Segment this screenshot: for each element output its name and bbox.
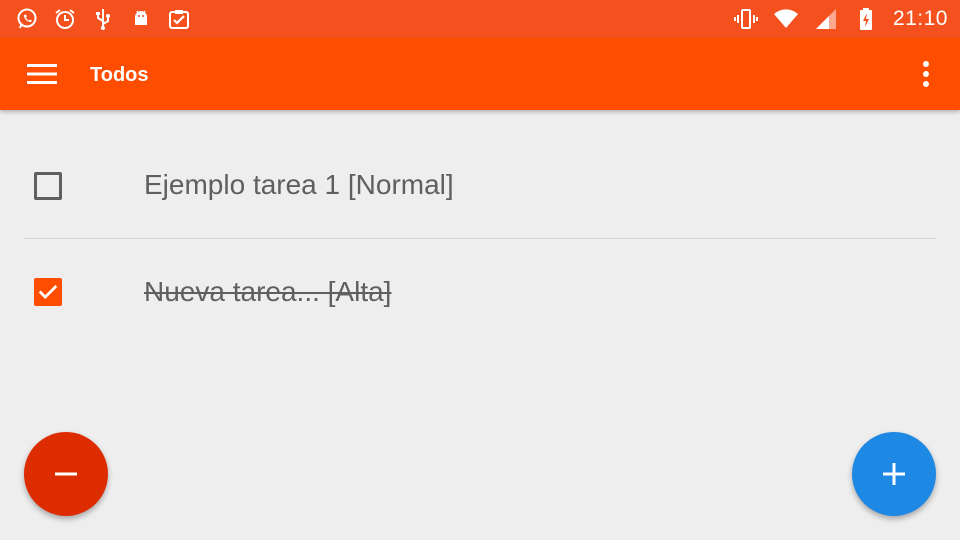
todo-checkbox-unchecked[interactable] [34,172,62,200]
battery-charging-icon [853,6,879,32]
more-vert-icon[interactable] [910,50,942,98]
notification-icons [14,6,192,32]
wifi-icon [773,6,799,32]
todo-checkbox-checked[interactable] [34,278,62,306]
check-icon [38,285,58,299]
status-bar: 21:10 [0,0,960,38]
page-title: Todos [90,64,149,86]
clipboard-check-icon [166,6,192,32]
clock: 21:10 [892,7,948,30]
usb-icon [90,6,116,32]
remove-fab-button[interactable] [24,432,108,516]
minus-icon [55,472,77,476]
list-item[interactable]: Ejemplo tarea 1 [Normal] [24,132,936,239]
todo-text: Nueva tarea... [Alta] [144,276,392,307]
plus-icon [883,463,905,485]
todo-text: Ejemplo tarea 1 [Normal] [144,169,454,200]
list-item[interactable]: Nueva tarea... [Alta] [24,239,936,345]
whatsapp-icon [14,6,40,32]
hamburger-menu-icon[interactable] [14,50,70,98]
app-toolbar: Todos [0,38,960,110]
vibrate-icon [733,6,759,32]
cell-signal-icon [813,6,839,32]
add-fab-button[interactable] [852,432,936,516]
system-status: 21:10 [733,6,948,32]
todo-list: Ejemplo tarea 1 [Normal] Nueva tarea... … [24,132,936,345]
android-debug-icon [128,6,154,32]
alarm-icon [52,6,78,32]
